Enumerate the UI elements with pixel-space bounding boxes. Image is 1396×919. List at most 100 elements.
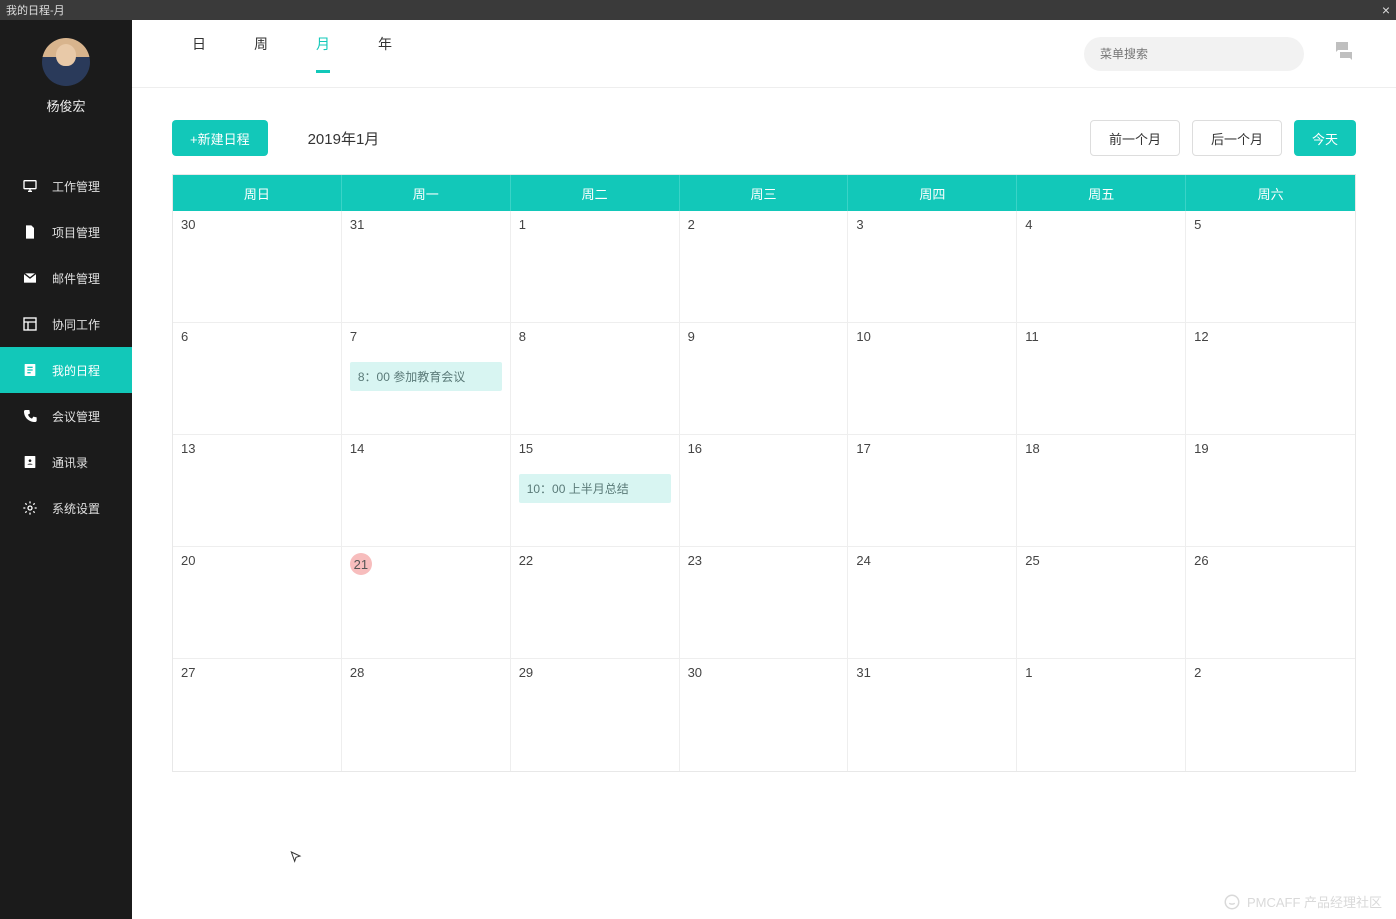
- day-number: 1: [1025, 665, 1032, 680]
- prev-month-button[interactable]: 前一个月: [1090, 120, 1180, 156]
- new-event-button[interactable]: +新建日程: [172, 120, 268, 156]
- sidebar-item-label: 会议管理: [52, 408, 100, 425]
- weekday-header: 周三: [680, 175, 849, 211]
- day-number: 17: [856, 441, 870, 456]
- today-marker: 21: [350, 553, 372, 575]
- view-tabs: 日周月年: [192, 34, 392, 73]
- view-tab-0[interactable]: 日: [192, 34, 206, 73]
- search-box[interactable]: [1084, 37, 1304, 71]
- calendar-cell[interactable]: 31: [848, 659, 1017, 771]
- sidebar-item-2[interactable]: 邮件管理: [0, 255, 132, 301]
- avatar[interactable]: [42, 38, 90, 86]
- calendar-cell[interactable]: 16: [680, 435, 849, 547]
- calendar-event[interactable]: 10：00 上半月总结: [519, 474, 671, 503]
- calendar-cell[interactable]: 12: [1186, 323, 1355, 435]
- calendar-cell[interactable]: 15 10：00 上半月总结: [511, 435, 680, 547]
- calendar-cell[interactable]: 9: [680, 323, 849, 435]
- next-month-button[interactable]: 后一个月: [1192, 120, 1282, 156]
- day-number: 1: [519, 217, 526, 232]
- calendar-cell[interactable]: 1: [1017, 659, 1186, 771]
- search-input[interactable]: [1100, 47, 1288, 61]
- chat-icon[interactable]: [1332, 39, 1356, 68]
- calendar-cell[interactable]: 11: [1017, 323, 1186, 435]
- day-number: 2: [688, 217, 695, 232]
- weekday-header: 周四: [848, 175, 1017, 211]
- day-number: 9: [688, 329, 695, 344]
- calendar-cell[interactable]: 20: [173, 547, 342, 659]
- calendar-cell[interactable]: 2: [680, 211, 849, 323]
- weekday-header: 周五: [1017, 175, 1186, 211]
- day-number: 20: [181, 553, 195, 568]
- month-label: 2019年1月: [308, 128, 380, 149]
- day-number: 14: [350, 441, 364, 456]
- calendar-cell[interactable]: 25: [1017, 547, 1186, 659]
- calendar-cell[interactable]: 8: [511, 323, 680, 435]
- sidebar-item-6[interactable]: 通讯录: [0, 439, 132, 485]
- calendar-cell[interactable]: 27: [173, 659, 342, 771]
- day-number: 19: [1194, 441, 1208, 456]
- sidebar-item-3[interactable]: 协同工作: [0, 301, 132, 347]
- view-tab-2[interactable]: 月: [316, 34, 330, 73]
- view-tab-1[interactable]: 周: [254, 34, 268, 73]
- calendar-cell[interactable]: 5: [1186, 211, 1355, 323]
- day-number: 25: [1025, 553, 1039, 568]
- calendar-cell[interactable]: 29: [511, 659, 680, 771]
- calendar-cell[interactable]: 19: [1186, 435, 1355, 547]
- day-number: 12: [1194, 329, 1208, 344]
- day-number: 5: [1194, 217, 1201, 232]
- calendar-cell[interactable]: 23: [680, 547, 849, 659]
- sidebar-item-5[interactable]: 会议管理: [0, 393, 132, 439]
- day-number: 15: [519, 441, 533, 456]
- day-number: 23: [688, 553, 702, 568]
- calendar-cell[interactable]: 1: [511, 211, 680, 323]
- sidebar-item-label: 通讯录: [52, 454, 88, 471]
- sidebar-item-label: 系统设置: [52, 500, 100, 517]
- calendar-cell[interactable]: 21: [342, 547, 511, 659]
- gear-icon: [22, 500, 38, 516]
- day-number: 2: [1194, 665, 1201, 680]
- calendar-toolbar: +新建日程 2019年1月 前一个月 后一个月 今天: [132, 88, 1396, 174]
- sidebar-item-label: 项目管理: [52, 224, 100, 241]
- day-number: 4: [1025, 217, 1032, 232]
- close-icon[interactable]: ×: [1382, 2, 1390, 18]
- calendar-cell[interactable]: 3: [848, 211, 1017, 323]
- day-number: 11: [1025, 329, 1039, 344]
- calendar-cell[interactable]: 22: [511, 547, 680, 659]
- file-icon: [22, 224, 38, 240]
- day-number: 22: [519, 553, 533, 568]
- calendar-cell[interactable]: 17: [848, 435, 1017, 547]
- calendar-cell[interactable]: 30: [680, 659, 849, 771]
- calendar-cell[interactable]: 2: [1186, 659, 1355, 771]
- calendar-cell[interactable]: 13: [173, 435, 342, 547]
- weekday-header: 周六: [1186, 175, 1355, 211]
- topbar: 日周月年: [132, 20, 1396, 88]
- calendar-cell[interactable]: 18: [1017, 435, 1186, 547]
- calendar-cell[interactable]: 6: [173, 323, 342, 435]
- day-number: 24: [856, 553, 870, 568]
- sidebar-item-4[interactable]: 我的日程: [0, 347, 132, 393]
- calendar-cell[interactable]: 31: [342, 211, 511, 323]
- view-tab-3[interactable]: 年: [378, 34, 392, 73]
- calendar-cell[interactable]: 24: [848, 547, 1017, 659]
- day-number: 10: [856, 329, 870, 344]
- calendar-event[interactable]: 8：00 参加教育会议: [350, 362, 502, 391]
- day-number: 30: [688, 665, 702, 680]
- day-number: 6: [181, 329, 188, 344]
- sidebar-item-label: 协同工作: [52, 316, 100, 333]
- calendar-cell[interactable]: 14: [342, 435, 511, 547]
- calendar-cell[interactable]: 28: [342, 659, 511, 771]
- calendar-grid: 周日周一周二周三周四周五周六 303112345678：00 参加教育会议891…: [172, 174, 1356, 772]
- sidebar-item-1[interactable]: 项目管理: [0, 209, 132, 255]
- calendar-cell[interactable]: 26: [1186, 547, 1355, 659]
- today-button[interactable]: 今天: [1294, 120, 1356, 156]
- calendar-cell[interactable]: 78：00 参加教育会议: [342, 323, 511, 435]
- calendar-cell[interactable]: 4: [1017, 211, 1186, 323]
- sidebar-item-0[interactable]: 工作管理: [0, 163, 132, 209]
- username: 杨俊宏: [46, 96, 85, 115]
- calendar-cell[interactable]: 30: [173, 211, 342, 323]
- day-number: 31: [856, 665, 870, 680]
- calendar-cell[interactable]: 10: [848, 323, 1017, 435]
- note-icon: [22, 362, 38, 378]
- sidebar-item-7[interactable]: 系统设置: [0, 485, 132, 531]
- sidebar-item-label: 工作管理: [52, 178, 100, 195]
